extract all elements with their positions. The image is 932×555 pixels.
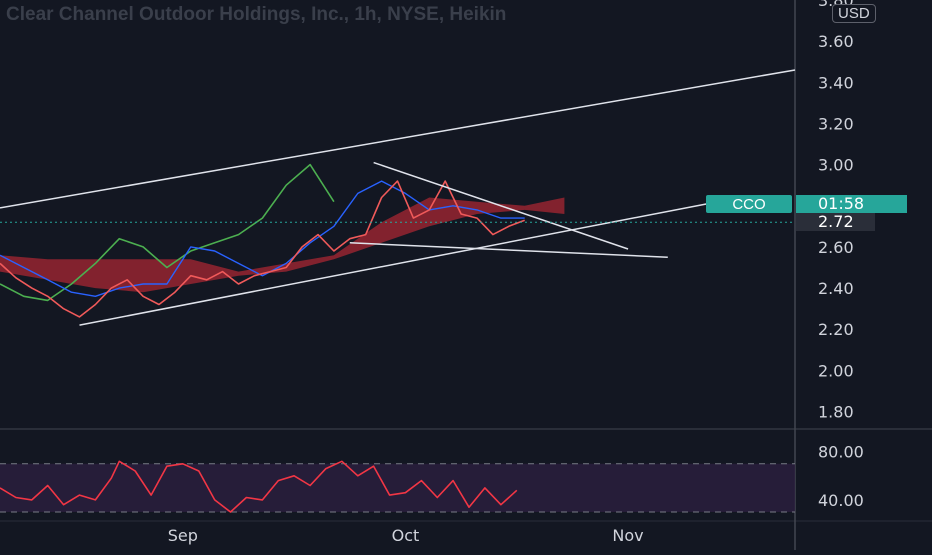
price-tick-label: 3.00 <box>818 156 854 175</box>
rsi-tick-label: 80.00 <box>818 443 864 462</box>
price-tick-label: 3.60 <box>818 32 854 51</box>
trendline-3 <box>373 161 629 250</box>
price-tick-label: 2.00 <box>818 361 854 380</box>
chart-svg: 3.803.603.403.203.002.802.602.402.202.00… <box>0 0 932 550</box>
countdown-label: 01:58 <box>818 194 864 213</box>
trendline-1 <box>0 69 796 209</box>
symbol-label: CCO <box>732 196 765 213</box>
price-tick-label: 3.40 <box>818 73 854 92</box>
chart-area[interactable]: 3.803.603.403.203.002.802.602.402.202.00… <box>0 0 932 550</box>
time-tick-label: Nov <box>612 526 643 545</box>
price-tick-label: 2.40 <box>818 279 854 298</box>
trendline-4 <box>349 242 668 258</box>
price-tick-label: 3.20 <box>818 114 854 133</box>
price-tick-label: 1.80 <box>818 403 854 422</box>
price-tick-label: 2.20 <box>818 320 854 339</box>
last-price-label: 2.72 <box>818 212 854 231</box>
price-tick-label: 2.60 <box>818 238 854 257</box>
time-tick-label: Oct <box>392 526 420 545</box>
ichimoku-cloud <box>0 197 565 293</box>
chart-title: Clear Channel Outdoor Holdings, Inc., 1h… <box>6 4 507 25</box>
currency-badge[interactable]: USD <box>832 4 876 23</box>
time-tick-label: Sep <box>168 526 198 545</box>
rsi-tick-label: 40.00 <box>818 491 864 510</box>
rsi-band <box>0 463 795 512</box>
